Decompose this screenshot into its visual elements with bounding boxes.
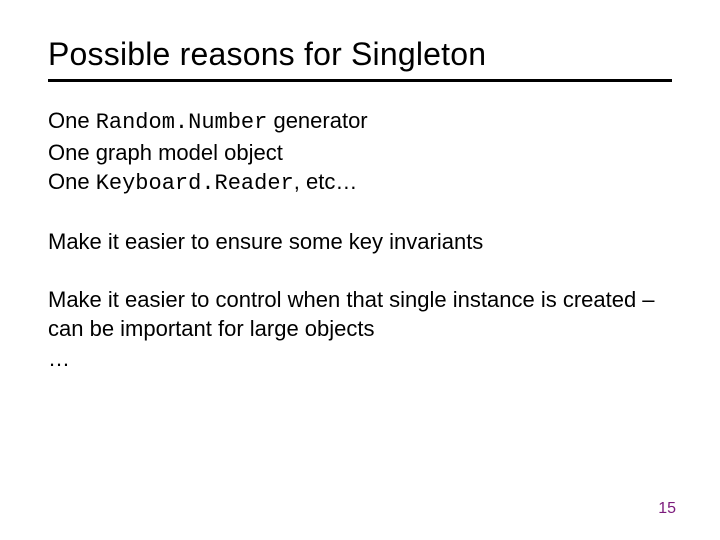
code-keyboardreader: Keyboard.Reader xyxy=(96,171,294,196)
text-etc: , etc… xyxy=(294,169,358,194)
text-one-1: One xyxy=(48,108,96,133)
page-number: 15 xyxy=(658,500,676,518)
code-randomnumber: Random.Number xyxy=(96,110,268,135)
title-underline xyxy=(48,79,672,82)
body-line-3: One Keyboard.Reader, etc… xyxy=(48,167,672,199)
text-generator: generator xyxy=(267,108,367,133)
spacer-2 xyxy=(48,257,672,285)
body-line-4: Make it easier to ensure some key invari… xyxy=(48,227,672,257)
body-line-2: One graph model object xyxy=(48,138,672,168)
text-one-3: One xyxy=(48,169,96,194)
body-line-5: Make it easier to control when that sing… xyxy=(48,285,672,344)
spacer-1 xyxy=(48,199,672,227)
slide: Possible reasons for Singleton One Rando… xyxy=(0,0,720,540)
slide-title: Possible reasons for Singleton xyxy=(48,36,672,73)
slide-body: One Random.Number generator One graph mo… xyxy=(48,106,672,374)
body-line-6: … xyxy=(48,344,672,374)
body-line-1: One Random.Number generator xyxy=(48,106,672,138)
